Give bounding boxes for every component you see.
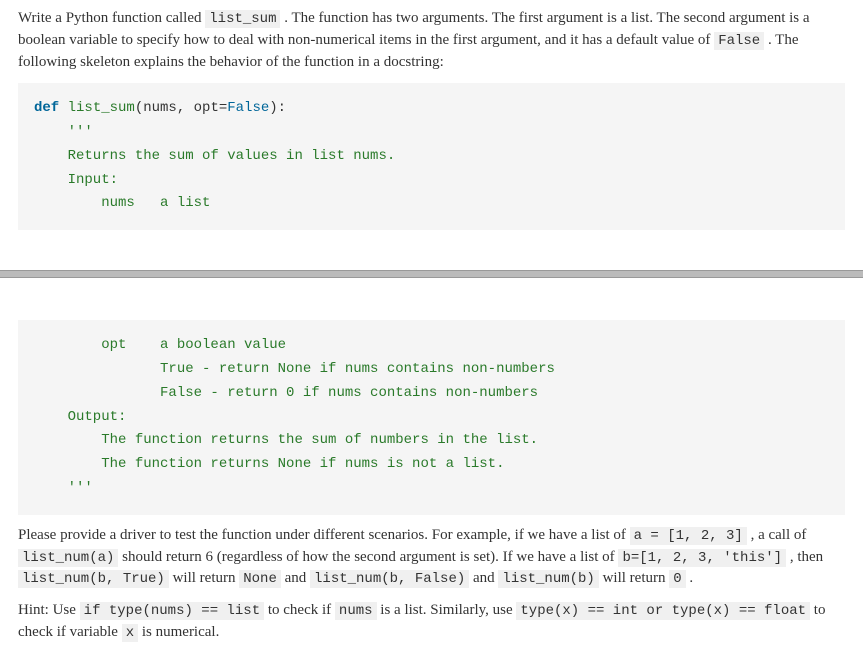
code-inline-call-bfalse: list_num(b, False) [310,570,469,588]
hint-e: is numerical. [138,624,219,640]
outro-d: , then [786,549,823,565]
code-inline-call-a: list_num(a) [18,549,118,567]
problem-intro: Write a Python function called list_sum … [18,8,845,73]
outro-f: and [281,570,310,586]
doc-line-opt: opt a boolean value [34,337,286,353]
code-inline-hint2: type(x) == int or type(x) == float [516,602,810,620]
code-inline-zero: 0 [669,570,685,588]
outro-h: will return [599,570,669,586]
doc-line-out2: The function returns None if nums is not… [34,456,504,472]
sig-open: (nums, opt= [135,100,227,116]
doc-line-output: Output: [34,409,126,425]
doc-line-out1: The function returns the sum of numbers … [34,432,538,448]
intro-text-a: Write a Python function called [18,10,205,26]
hint-paragraph: Hint: Use if type(nums) == list to check… [18,600,845,644]
driver-paragraph: Please provide a driver to test the func… [18,525,845,590]
code-inline-hint-x: x [122,624,138,642]
code-inline-false: False [714,32,764,50]
sig-close: ): [269,100,286,116]
hint-a: Hint: Use [18,602,80,618]
docstring-open: ''' [34,124,93,140]
code-block-top: def list_sum(nums, opt=False): ''' Retur… [18,83,845,230]
doc-line-input: Input: [34,172,118,188]
code-inline-a: a = [1, 2, 3] [630,527,747,545]
hint-c: is a list. Similarly, use [377,602,517,618]
outro-g: and [469,570,498,586]
def-keyword: def [34,100,68,116]
hint-b: to check if [264,602,335,618]
doc-line-returns: Returns the sum of values in list nums. [34,148,395,164]
doc-line-false: False - return 0 if nums contains non-nu… [34,385,538,401]
outro-e: will return [169,570,239,586]
outro-b: , a call of [747,527,807,543]
page-divider [0,270,863,278]
docstring-close: ''' [34,480,93,496]
outro-a: Please provide a driver to test the func… [18,527,630,543]
code-inline-hint-nums: nums [335,602,377,620]
code-inline-none: None [239,570,281,588]
code-inline-hint1: if type(nums) == list [80,602,264,620]
code-inline-call-b: list_num(b) [498,570,598,588]
doc-line-nums: nums a list [34,195,210,211]
outro-i: . [686,570,694,586]
code-inline-call-btrue: list_num(b, True) [18,570,169,588]
false-keyword: False [227,100,269,116]
outro-c: should return 6 (regardless of how the s… [118,549,618,565]
function-name: list_sum [68,100,135,116]
code-block-bottom: opt a boolean value True - return None i… [18,320,845,515]
code-inline-listsum: list_sum [205,10,280,28]
doc-line-true: True - return None if nums contains non-… [34,361,555,377]
code-inline-b: b=[1, 2, 3, 'this'] [618,549,786,567]
